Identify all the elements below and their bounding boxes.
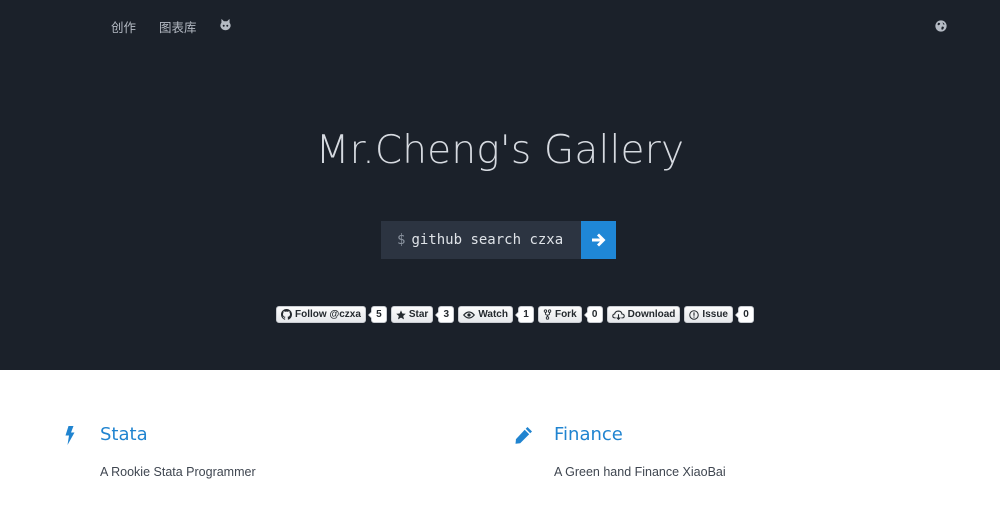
- star-count[interactable]: 3: [435, 306, 455, 323]
- star-button[interactable]: Star: [390, 306, 434, 323]
- fork-button[interactable]: Fork: [537, 306, 582, 323]
- download-button[interactable]: Download: [606, 306, 681, 323]
- star-label: Star: [408, 309, 429, 320]
- download-badge: Download: [606, 306, 681, 323]
- command-text: github search czxa: [411, 232, 564, 248]
- eye-icon: [463, 310, 476, 319]
- follow-label: Follow @czxa: [295, 309, 361, 320]
- feature-desc-stata: A Rookie Stata Programmer: [100, 465, 256, 479]
- issue-button[interactable]: Issue: [684, 306, 733, 323]
- github-icon: [281, 309, 292, 320]
- download-label: Download: [627, 309, 676, 320]
- follow-count[interactable]: 5: [367, 306, 387, 323]
- follow-button[interactable]: Follow @czxa: [276, 306, 366, 323]
- watch-label: Watch: [478, 309, 508, 320]
- issue-icon: [689, 309, 700, 320]
- github-badges: Follow @czxa 5 Star 3 Watch 1 Fork 0 Dow…: [276, 306, 758, 323]
- cloud-download-icon: [611, 310, 625, 320]
- nav-item-chart-gallery[interactable]: 图表库: [159, 17, 197, 36]
- github-octocat-icon[interactable]: [219, 18, 232, 36]
- arrow-right-icon: [592, 233, 606, 247]
- watch-badge: Watch 1: [458, 306, 534, 323]
- follow-badge: Follow @czxa 5: [276, 306, 387, 323]
- feature-title-stata[interactable]: Stata: [100, 424, 148, 445]
- lightning-icon: [65, 426, 75, 450]
- pencil-icon: [515, 426, 533, 449]
- feature-title-finance[interactable]: Finance: [554, 424, 623, 445]
- command-prompt: $: [397, 232, 406, 248]
- issue-count[interactable]: 0: [735, 306, 754, 323]
- fork-label: Fork: [554, 309, 577, 320]
- fork-count[interactable]: 0: [583, 306, 603, 323]
- command-display: $ github search czxa: [381, 221, 581, 259]
- star-badge: Star 3: [390, 306, 455, 323]
- go-button[interactable]: [581, 221, 616, 259]
- star-icon: [396, 309, 406, 319]
- fork-badge: Fork 0: [537, 306, 603, 323]
- watch-count[interactable]: 1: [514, 306, 534, 323]
- page-title: Mr.Cheng's Gallery: [315, 128, 685, 173]
- watch-button[interactable]: Watch: [458, 306, 513, 323]
- nav-item-create[interactable]: 创作: [111, 17, 136, 36]
- globe-icon[interactable]: [935, 19, 947, 37]
- issue-label: Issue: [702, 309, 728, 320]
- issue-badge: Issue 0: [684, 306, 754, 323]
- feature-desc-finance: A Green hand Finance XiaoBai: [554, 465, 726, 479]
- hero-section: 创作 图表库 Mr.Cheng's Gallery $ github search…: [0, 0, 1000, 370]
- fork-icon: [543, 309, 552, 320]
